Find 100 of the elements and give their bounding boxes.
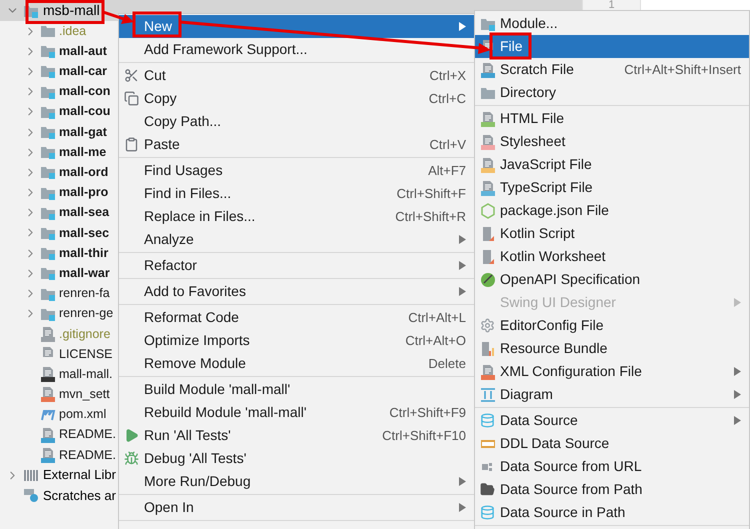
tree-item[interactable]: mall-thir (59, 244, 108, 263)
menu-item[interactable]: More Run/Debug (119, 470, 474, 493)
copy-icon (124, 91, 139, 106)
menu-item[interactable]: Diagram (475, 383, 749, 406)
shortcut-text: Ctrl+Shift+R (395, 208, 466, 226)
tree-item[interactable]: Scratches ar (43, 486, 116, 506)
shortcut-text: Ctrl+Shift+F9 (389, 404, 466, 422)
submenu-arrow-icon (459, 261, 466, 270)
tree-item[interactable]: pom.xml (59, 405, 106, 424)
shortcut-text: Alt+F7 (428, 162, 466, 180)
menu-item[interactable]: Remove Module Delete (119, 352, 474, 375)
tree-item[interactable]: mvn_sett (59, 385, 110, 404)
menu-item[interactable]: EditorConfig File (475, 314, 749, 337)
scissors-icon (124, 68, 139, 83)
menu-item[interactable]: Add to Favorites (119, 280, 474, 303)
shortcut-text: Ctrl+Shift+F10 (382, 426, 466, 445)
menu-item[interactable]: Build Module 'mall-mall' (119, 378, 474, 401)
tree-item[interactable]: mall-war (59, 264, 110, 283)
menu-item[interactable]: OpenAPI Specification (475, 268, 749, 291)
folder-icon (480, 482, 495, 497)
submenu-arrow-icon (734, 298, 741, 307)
hexagon-icon (480, 202, 496, 218)
bug-icon (124, 451, 139, 466)
menu-item[interactable]: Data Source in Path (475, 501, 749, 524)
markdown-file-icon (40, 447, 56, 464)
xml-file-icon (40, 386, 56, 402)
tree-item[interactable]: mall-con (59, 82, 110, 102)
tree-item[interactable]: renren-ge (59, 304, 114, 324)
menu-item[interactable]: Debug 'All Tests' (119, 447, 474, 470)
tree-item[interactable]: mall-ord (59, 163, 108, 182)
menu-item[interactable]: Paste Ctrl+V (119, 133, 474, 156)
shortcut-text: Ctrl+C (428, 90, 466, 108)
menu-item[interactable]: TypeScript File (475, 176, 749, 199)
shortcut-text: Ctrl+X (430, 66, 466, 85)
tree-item[interactable]: README. (59, 446, 116, 464)
tree-item[interactable]: mall-mall. (59, 364, 112, 384)
shortcut-text: Ctrl+Alt+Shift+Insert (624, 60, 741, 79)
tree-item[interactable]: External Libr (43, 465, 116, 485)
menu-item[interactable]: Find in Files... Ctrl+Shift+F (119, 182, 474, 205)
menu-item[interactable]: Add Framework Support... (119, 38, 474, 61)
scratch-icon (23, 487, 39, 504)
tree-item[interactable]: mall-cou (59, 102, 110, 122)
menu-item[interactable]: File (475, 35, 749, 58)
menu-item[interactable]: XML Configuration File (475, 360, 749, 383)
menu-item[interactable]: HTML File (475, 107, 749, 130)
menu-item[interactable]: DDL Data Source (475, 432, 749, 455)
menu-item[interactable]: Optimize Imports Ctrl+Alt+O (119, 329, 474, 352)
menu-item[interactable]: Data Source from Path (475, 478, 749, 501)
diagram-icon (480, 386, 496, 402)
menu-item[interactable]: package.json File (475, 199, 749, 222)
submenu-arrow-icon (459, 503, 466, 512)
file-icon (40, 326, 56, 342)
shortcut-text: Ctrl+Shift+F (396, 184, 466, 203)
module-folder-icon (40, 124, 56, 140)
submenu-arrow-icon (459, 287, 466, 296)
menu-item[interactable]: Copy Ctrl+C (119, 87, 474, 110)
menu-item[interactable]: Resource Bundle (475, 337, 749, 360)
menu-item[interactable]: Analyze (119, 228, 474, 251)
tree-item[interactable]: README. (59, 425, 116, 444)
menu-item[interactable]: Run 'All Tests' Ctrl+Shift+F10 (119, 424, 474, 447)
menu-item[interactable]: Rebuild Module 'mall-mall' Ctrl+Shift+F9 (119, 401, 474, 424)
menu-item[interactable]: Reformat Code Ctrl+Alt+L (119, 306, 474, 329)
menu-item[interactable]: Open In (119, 496, 474, 519)
tree-item[interactable]: mall-car (59, 62, 107, 81)
menu-item[interactable]: Directory (475, 81, 749, 104)
module-folder-icon (40, 144, 56, 160)
markdown-file-icon (40, 426, 56, 443)
tree-item[interactable]: mall-aut (59, 42, 107, 61)
submenu-arrow-icon (459, 235, 466, 244)
resource-bundle-icon (480, 340, 496, 356)
clipboard-icon (124, 137, 139, 152)
shortcut-text: Ctrl+V (430, 136, 466, 154)
menu-item[interactable]: Cut Ctrl+X (119, 64, 474, 87)
js-file-icon (480, 156, 496, 172)
menu-item[interactable]: Replace in Files... Ctrl+Shift+R (119, 205, 474, 228)
tree-item[interactable]: mall-sea (59, 203, 110, 222)
ts-file-icon (480, 180, 496, 196)
menu-item[interactable]: Stylesheet (475, 130, 749, 153)
tree-item[interactable]: mall-pro (59, 183, 108, 202)
menu-item[interactable]: Data Source (475, 409, 749, 432)
shortcut-text: Delete (428, 354, 466, 373)
menu-item[interactable]: Scratch File Ctrl+Alt+Shift+Insert (475, 58, 749, 81)
html-file-icon (480, 110, 496, 126)
tree-item[interactable]: mall-sec (59, 224, 110, 242)
menu-item[interactable]: Copy Path... (119, 110, 474, 133)
tree-item[interactable]: mall-gat (59, 122, 107, 142)
tree-item[interactable]: renren-fa (59, 284, 110, 303)
css-file-icon (480, 134, 496, 150)
menu-item[interactable]: Data Source from URL (475, 455, 749, 478)
tree-item[interactable]: LICENSE (59, 344, 112, 364)
database-icon (480, 413, 495, 428)
xml-file-icon (480, 364, 496, 380)
menu-item[interactable]: Refactor (119, 254, 474, 277)
submenu-arrow-icon (734, 367, 741, 376)
tree-item[interactable]: mall-me (59, 142, 106, 162)
menu-item[interactable]: Kotlin Worksheet (475, 245, 749, 268)
menu-item[interactable]: Find Usages Alt+F7 (119, 159, 474, 182)
menu-item[interactable]: Kotlin Script (475, 222, 749, 245)
menu-item[interactable]: JavaScript File (475, 153, 749, 176)
submenu-arrow-icon (459, 477, 466, 486)
